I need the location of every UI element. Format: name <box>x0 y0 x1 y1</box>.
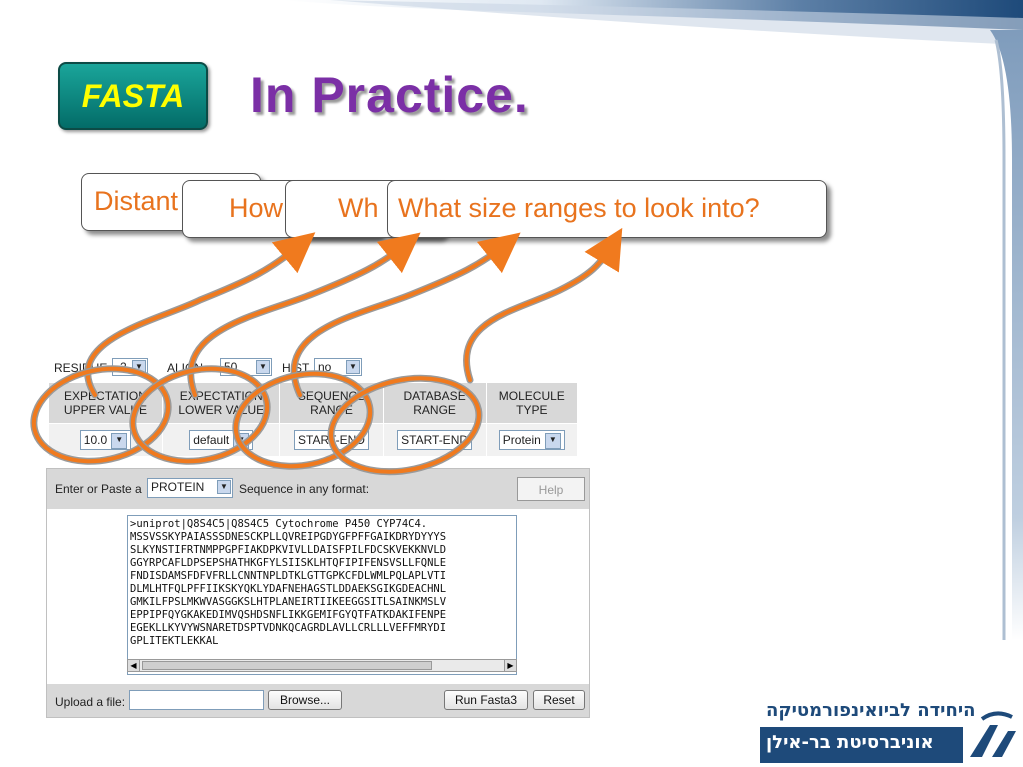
upload-row: Upload a file: Browse... Run Fasta3 Rese… <box>47 687 589 717</box>
fasta-form: RESIDUE -2 ▼ ALIGN 50 ▼ HIST no ▼ EXPECTATI… <box>42 355 592 722</box>
header-expectation-lower: EXPECTATION LOWER VALUE <box>161 382 281 424</box>
expectation-upper-select[interactable]: 10.0 ▼ <box>79 430 132 450</box>
header-sequence-range: SEQUENCE RANGE <box>279 382 384 424</box>
header-expectation-upper: EXPECTATION UPPER VALUE <box>48 382 163 424</box>
sequence-line: EGEKLLKYVYWSNARETDSPTVDNKQCAGRDLAVLLCRLL… <box>130 622 447 634</box>
sequence-panel: Enter or Paste a PROTEIN ▼ Sequence in an… <box>46 468 590 718</box>
align-label: ALIGN <box>167 361 204 375</box>
residue-select[interactable]: -2 ▼ <box>112 358 148 376</box>
sequence-range-input[interactable]: START-END <box>294 430 369 450</box>
sequence-line: FNDISDAMSFDFVFRLLCNNTNPLDTKLGTTGPKCFDLWM… <box>130 570 447 582</box>
align-value: 50 <box>224 360 238 374</box>
chevron-down-icon: ▼ <box>544 432 561 449</box>
sequence-line: GMKILFPSLMKWVASGGKSLHTPLANEIRTIIKEEGGSIT… <box>130 596 447 608</box>
sequence-line: GGYRPCAFLDPSEPSHATHKGFYLSIISKLHTQFIPIFEN… <box>130 557 447 569</box>
align-select[interactable]: 50 ▼ <box>220 358 272 376</box>
sequence-type-value: PROTEIN <box>151 480 205 494</box>
logo-line1: היחידה לביואינפורמטיקה <box>766 700 976 721</box>
sequence-textarea[interactable]: >uniprot|Q8S4C5|Q8S4C5 Cytochrome P450 C… <box>127 515 517 675</box>
callout-what-text: Wh <box>338 193 379 223</box>
callout-size-ranges: What size ranges to look into? <box>387 180 827 238</box>
callout-how-text: How <box>229 193 284 223</box>
chevron-down-icon: ▼ <box>217 480 231 494</box>
sequence-type-select[interactable]: PROTEIN ▼ <box>147 478 233 498</box>
help-button[interactable]: Help <box>517 477 585 501</box>
residue-label: RESIDUE <box>54 361 108 375</box>
params-value-row: 10.0 ▼ default ▼ START-END START-END Prote… <box>48 423 579 457</box>
chevron-down-icon: ▼ <box>346 360 360 374</box>
fasta-badge: FASTA <box>58 62 208 130</box>
options-row: RESIDUE -2 ▼ ALIGN 50 ▼ HIST no ▼ <box>42 355 592 381</box>
upload-file-input[interactable] <box>129 690 264 710</box>
scroll-right-icon[interactable]: ▶ <box>504 660 516 671</box>
run-fasta3-button[interactable]: Run Fasta3 <box>444 690 528 710</box>
sequence-line: EPPIPFQYGKAKEDIMVQSHDSNFLIKKGEMIFGYQTFAT… <box>130 609 447 621</box>
chevron-down-icon: ▼ <box>132 360 146 374</box>
reset-button[interactable]: Reset <box>533 690 585 710</box>
upload-label: Upload a file: <box>55 695 126 709</box>
search-params-table: EXPECTATION UPPER VALUE EXPECTATION LOWER … <box>48 382 579 457</box>
hist-label: HIST <box>282 361 310 375</box>
sequence-prompt-suffix: Sequence in any format: <box>239 482 370 496</box>
sequence-line: >uniprot|Q8S4C5|Q8S4C5 Cytochrome P450 C… <box>130 518 428 530</box>
callout-size-ranges-text: What size ranges to look into? <box>398 193 760 223</box>
sequence-line: MSSVSSKYPAIASSSDNESCKPLLQVREIPGDYGFPFFGA… <box>130 531 447 543</box>
horizontal-scrollbar[interactable]: ◀ ▶ <box>127 659 517 672</box>
molecule-type-select[interactable]: Protein ▼ <box>498 430 565 450</box>
expectation-lower-select[interactable]: default ▼ <box>189 430 254 450</box>
slide-title: In Practice. <box>250 67 529 123</box>
database-range-input[interactable]: START-END <box>397 430 473 450</box>
sequence-line: DLMLHTFQLPFFIIKSKYQKLYDAFNEHAGSTLDDAEKSG… <box>130 583 447 595</box>
chevron-down-icon: ▼ <box>233 432 250 449</box>
fasta-badge-label: FASTA <box>81 77 185 114</box>
header-molecule-type: MOLECULE TYPE <box>485 382 579 424</box>
sequence-body: >uniprot|Q8S4C5|Q8S4C5 Cytochrome P450 C… <box>47 509 589 684</box>
header-database-range: DATABASE RANGE <box>382 382 487 424</box>
browse-button[interactable]: Browse... <box>268 690 342 710</box>
sequence-prompt-prefix: Enter or Paste a <box>55 482 142 496</box>
logo-line2: אוניברסיטת בר-אילן <box>766 732 934 753</box>
hist-select[interactable]: no ▼ <box>314 358 362 376</box>
residue-value: -2 <box>116 360 127 374</box>
params-header-row: EXPECTATION UPPER VALUE EXPECTATION LOWER … <box>48 382 579 424</box>
sequence-line: GPLITEKTLEKKAL <box>130 635 219 647</box>
hist-value: no <box>318 360 332 374</box>
scrollbar-thumb[interactable] <box>142 661 432 670</box>
callout-distant-text: Distant <box>94 186 179 216</box>
sequence-prompt-row: Enter or Paste a PROTEIN ▼ Sequence in an… <box>47 469 589 509</box>
chevron-down-icon: ▼ <box>111 432 128 449</box>
chevron-down-icon: ▼ <box>256 360 270 374</box>
sequence-line: SLKYNSTIFRTNMPPGPFIAKDPKVIVLLDAISFPILFDC… <box>130 544 447 556</box>
scroll-left-icon[interactable]: ◀ <box>128 660 140 671</box>
bar-ilan-logo-icon <box>970 711 1016 757</box>
